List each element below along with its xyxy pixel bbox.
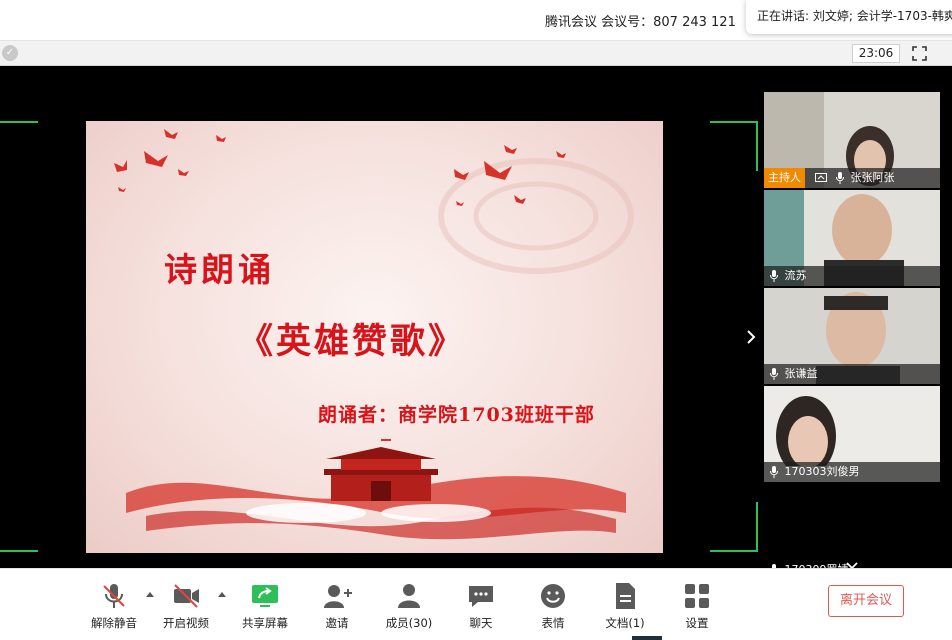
leave-meeting-button[interactable]: 离开会议 <box>828 585 904 617</box>
settings-label: 设置 <box>685 616 709 630</box>
chevron-right-icon[interactable] <box>744 328 758 346</box>
taskbar-fragment <box>632 636 662 640</box>
shared-screen-stage: 诗朗诵 《英雄赞歌》 朗诵者：商学院1703班班干部 主持人 张张阿张 流苏 张… <box>0 66 952 580</box>
participant-name-bar: 流苏 <box>764 266 940 286</box>
title-bar: 腾讯会议 会议号：807 243 121 正在讲话: 刘文婷; 会计学-1703… <box>0 0 952 40</box>
document-icon <box>616 583 635 609</box>
start-video-label: 开启视频 <box>163 616 209 630</box>
participant-name: 流苏 <box>784 269 807 282</box>
share-frame-corner <box>0 550 38 552</box>
microphone-icon <box>836 172 844 184</box>
grid-settings-icon <box>685 584 709 608</box>
emoji-icon <box>541 584 565 608</box>
participant-tile[interactable]: 流苏 <box>764 190 940 286</box>
microphone-icon <box>770 270 778 282</box>
unmute-button[interactable]: 解除静音 <box>78 575 150 635</box>
meeting-timer: 23:06 <box>852 44 900 63</box>
presentation-slide: 诗朗诵 《英雄赞歌》 朗诵者：商学院1703班班干部 <box>86 121 663 553</box>
share-frame-corner <box>710 502 758 552</box>
screen-share-icon <box>814 173 827 182</box>
security-shield-icon[interactable]: ✓ <box>2 45 18 61</box>
participant-name-bar: 主持人 张张阿张 <box>764 168 940 188</box>
chat-button[interactable]: 聊天 <box>445 575 517 635</box>
microphone-muted-icon <box>103 584 125 608</box>
microphone-icon <box>770 466 778 478</box>
members-button[interactable]: 成员(30) <box>373 575 445 635</box>
reactions-button[interactable]: 表情 <box>517 575 589 635</box>
participant-tile[interactable]: 张谦益 <box>764 288 940 384</box>
participant-name: 170303刘俊男 <box>784 465 860 478</box>
add-user-icon <box>324 585 352 608</box>
chat-icon <box>469 586 493 607</box>
slide-subtitle: 《英雄赞歌》 <box>238 321 467 362</box>
documents-label: 文档(1) <box>605 616 645 630</box>
members-label: 成员(30) <box>385 616 433 630</box>
slide-reciter-line: 朗诵者：商学院1703班班干部 <box>318 404 595 426</box>
meeting-toolbar: 解除静音 开启视频 共享屏幕 邀请 成员(30) 聊天 表情 文档(1) 设置 … <box>0 568 952 640</box>
unmute-label: 解除静音 <box>91 616 137 630</box>
participant-name: 张谦益 <box>784 367 818 380</box>
microphone-icon <box>770 368 778 380</box>
participant-name-bar: 张谦益 <box>764 364 940 384</box>
start-video-button[interactable]: 开启视频 <box>150 575 222 635</box>
documents-button[interactable]: 文档(1) <box>589 575 661 635</box>
speaking-indicator: 正在讲话: 刘文婷; 会计学-1703-韩爽 <box>746 0 952 34</box>
share-screen-button[interactable]: 共享屏幕 <box>229 575 301 635</box>
participant-name: 张张阿张 <box>850 171 895 184</box>
share-frame-corner <box>710 121 758 171</box>
share-screen-label: 共享屏幕 <box>242 616 288 630</box>
settings-button[interactable]: 设置 <box>661 575 733 635</box>
share-frame-corner <box>0 121 38 123</box>
members-icon <box>398 584 420 608</box>
sub-bar: ✓ 23:06 <box>0 40 952 66</box>
camera-off-icon <box>174 584 199 608</box>
share-screen-icon <box>252 585 278 607</box>
participant-tile[interactable]: 主持人 张张阿张 <box>764 92 940 188</box>
participant-name-bar: 170303刘俊男 <box>764 462 940 482</box>
invite-label: 邀请 <box>325 616 349 630</box>
reactions-label: 表情 <box>541 616 565 630</box>
fullscreen-icon[interactable] <box>912 46 927 61</box>
slide-title: 诗朗诵 <box>164 250 275 289</box>
invite-button[interactable]: 邀请 <box>301 575 373 635</box>
caret-up-icon[interactable] <box>218 591 226 597</box>
host-badge: 主持人 <box>764 168 805 188</box>
meeting-window: 腾讯会议 会议号：807 243 121 正在讲话: 刘文婷; 会计学-1703… <box>0 0 952 640</box>
chat-label: 聊天 <box>469 616 493 630</box>
meeting-info: 腾讯会议 会议号：807 243 121 <box>545 15 736 30</box>
participant-tile[interactable]: 170303刘俊男 <box>764 386 940 482</box>
